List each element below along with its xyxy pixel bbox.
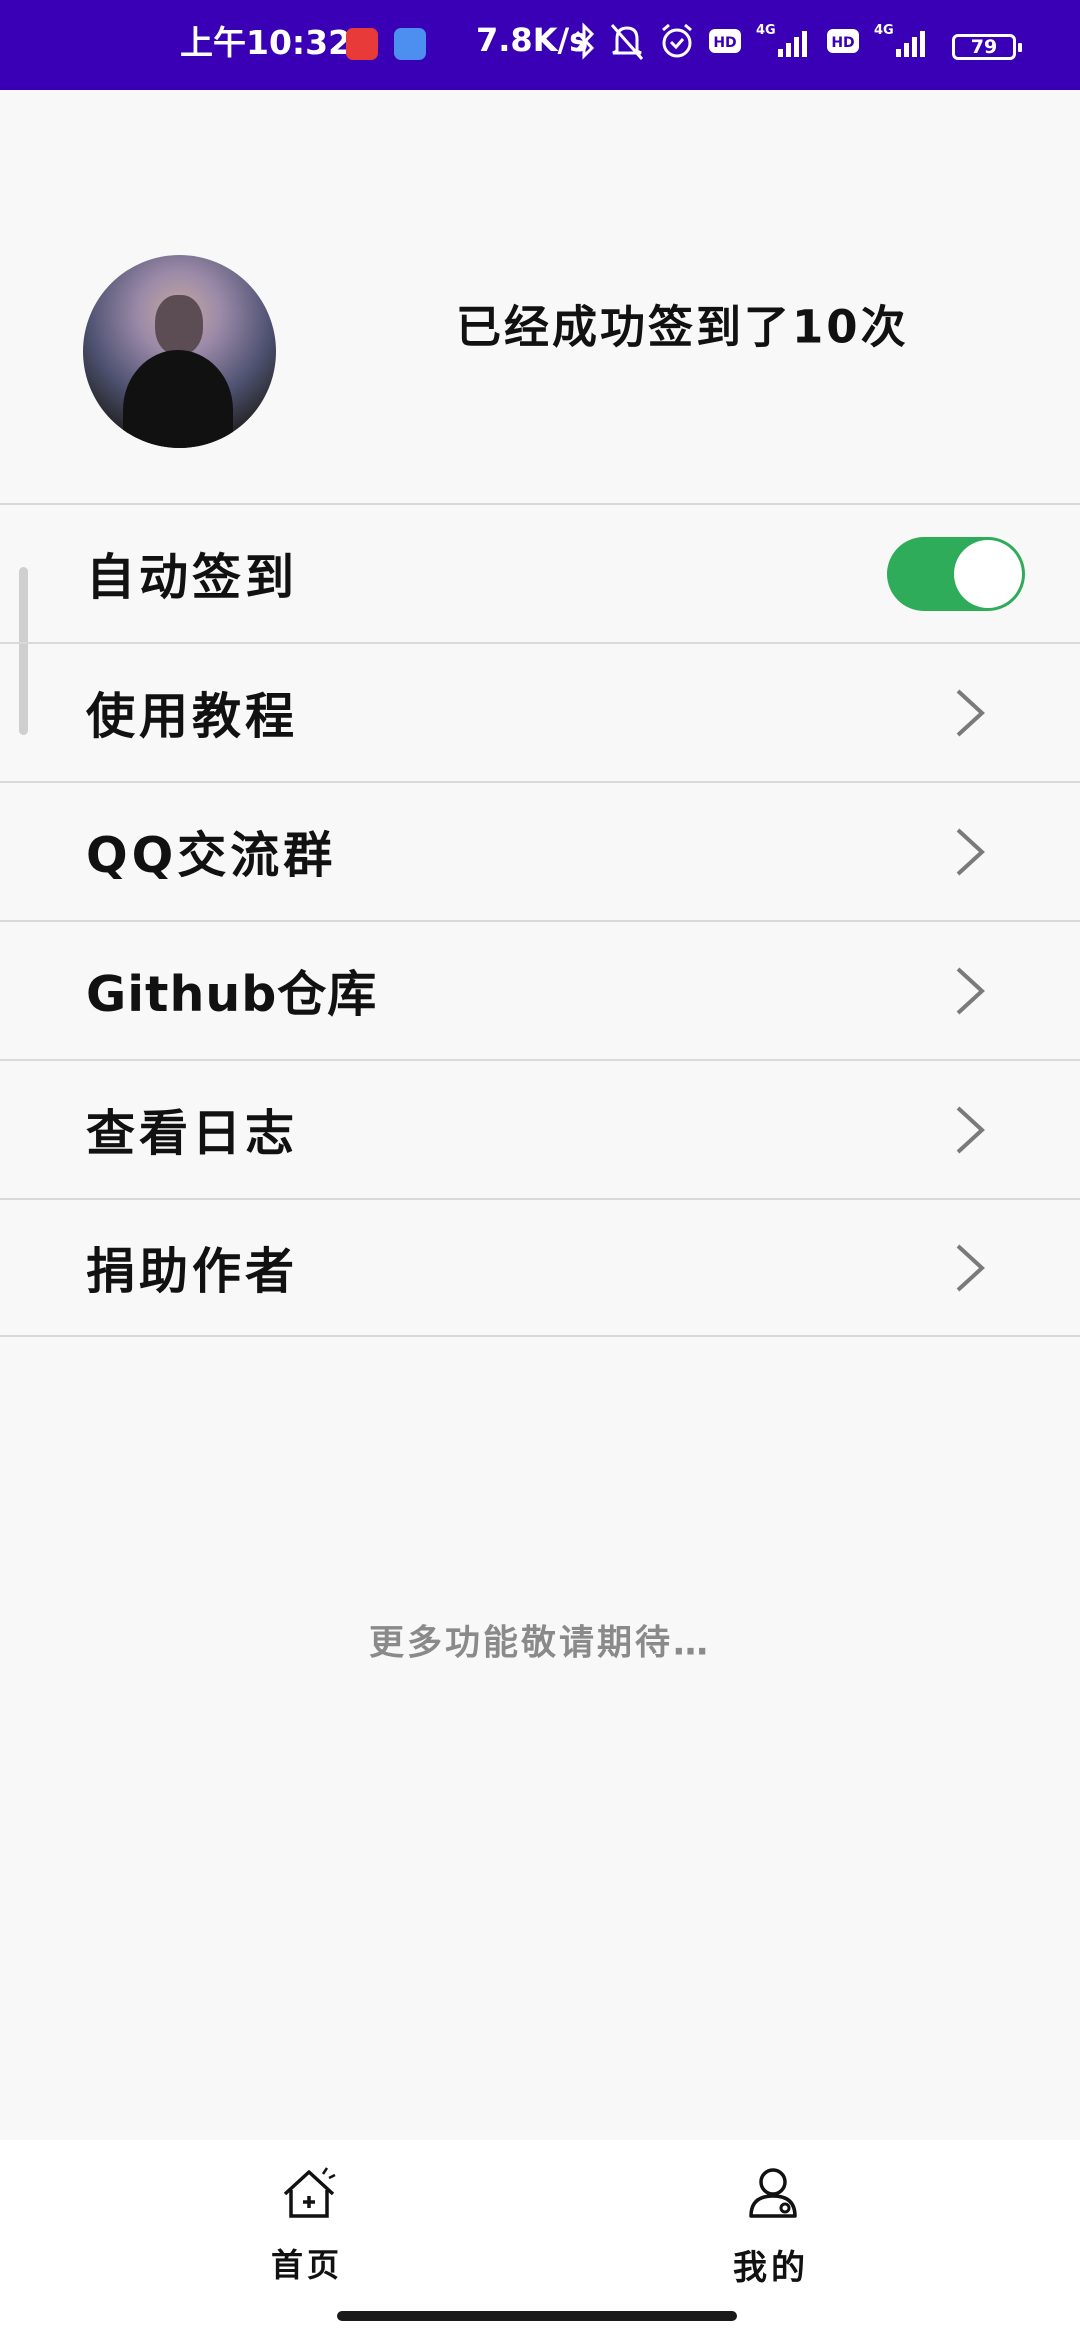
mute-bell-icon: [610, 24, 644, 60]
sign-count-text: 已经成功签到了10次: [456, 300, 909, 354]
settings-menu: 自动签到 使用教程 QQ交流群 Github仓库 查看日志 捐助作者: [0, 503, 1080, 1337]
chevron-right-icon: [956, 1244, 985, 1291]
bottom-nav: 首页 我的: [0, 2140, 1080, 2340]
hd-icon: HD: [709, 29, 741, 53]
nav-tab-mine-label: 我的: [733, 2248, 809, 2288]
menu-item-label: Github仓库: [86, 966, 378, 1023]
svg-text:4G: 4G: [756, 23, 776, 38]
chevron-right-icon: [956, 828, 985, 875]
network-speed: 7.8K/s: [476, 21, 589, 59]
status-icons: HD 4G HD 4G: [574, 18, 932, 64]
svg-text:4G: 4G: [874, 23, 894, 38]
chevron-right-icon: [956, 689, 985, 736]
coming-soon-text: 更多功能敬请期待…: [368, 1623, 711, 1664]
auto-sign-toggle[interactable]: [887, 536, 1025, 611]
nav-tab-home[interactable]: 首页: [157, 2140, 457, 2300]
netease-music-icon: [346, 28, 378, 60]
svg-text:HD: HD: [713, 35, 736, 51]
home-icon: [283, 2167, 336, 2218]
menu-item-label: 使用教程: [86, 688, 299, 745]
menu-item-tutorial[interactable]: 使用教程: [0, 642, 1080, 781]
bluetooth-icon: [575, 22, 595, 60]
menu-item-donate[interactable]: 捐助作者: [0, 1198, 1080, 1337]
menu-item-label: QQ交流群: [86, 827, 337, 884]
avatar[interactable]: [83, 255, 276, 448]
hd-icon: HD: [827, 29, 859, 53]
nav-tab-home-label: 首页: [270, 2246, 343, 2284]
signal-4g-icon: 4G: [874, 23, 925, 57]
toggle-knob: [954, 539, 1022, 608]
status-time: 上午10:32: [180, 23, 352, 62]
menu-item-view-log[interactable]: 查看日志: [0, 1059, 1080, 1198]
user-icon: [749, 2168, 797, 2218]
home-indicator[interactable]: [337, 2311, 737, 2321]
alarm-icon: [662, 23, 692, 58]
chevron-right-icon: [956, 1106, 985, 1153]
menu-item-label: 自动签到: [86, 549, 299, 606]
svg-text:HD: HD: [831, 35, 854, 51]
menu-item-label: 查看日志: [86, 1105, 299, 1162]
menu-item-label: 捐助作者: [86, 1243, 299, 1300]
status-bar: 上午10:32 7.8K/s HD 4G HD 4G 79: [0, 0, 1080, 90]
menu-item-qq-group[interactable]: QQ交流群: [0, 781, 1080, 920]
nav-tab-mine[interactable]: 我的: [621, 2140, 921, 2300]
battery-icon: 79: [952, 34, 1022, 60]
chevron-right-icon: [956, 967, 985, 1014]
app-icon: [394, 28, 426, 60]
menu-item-github[interactable]: Github仓库: [0, 920, 1080, 1059]
menu-item-auto-sign: 自动签到: [0, 503, 1080, 642]
signal-4g-icon: 4G: [756, 23, 807, 57]
